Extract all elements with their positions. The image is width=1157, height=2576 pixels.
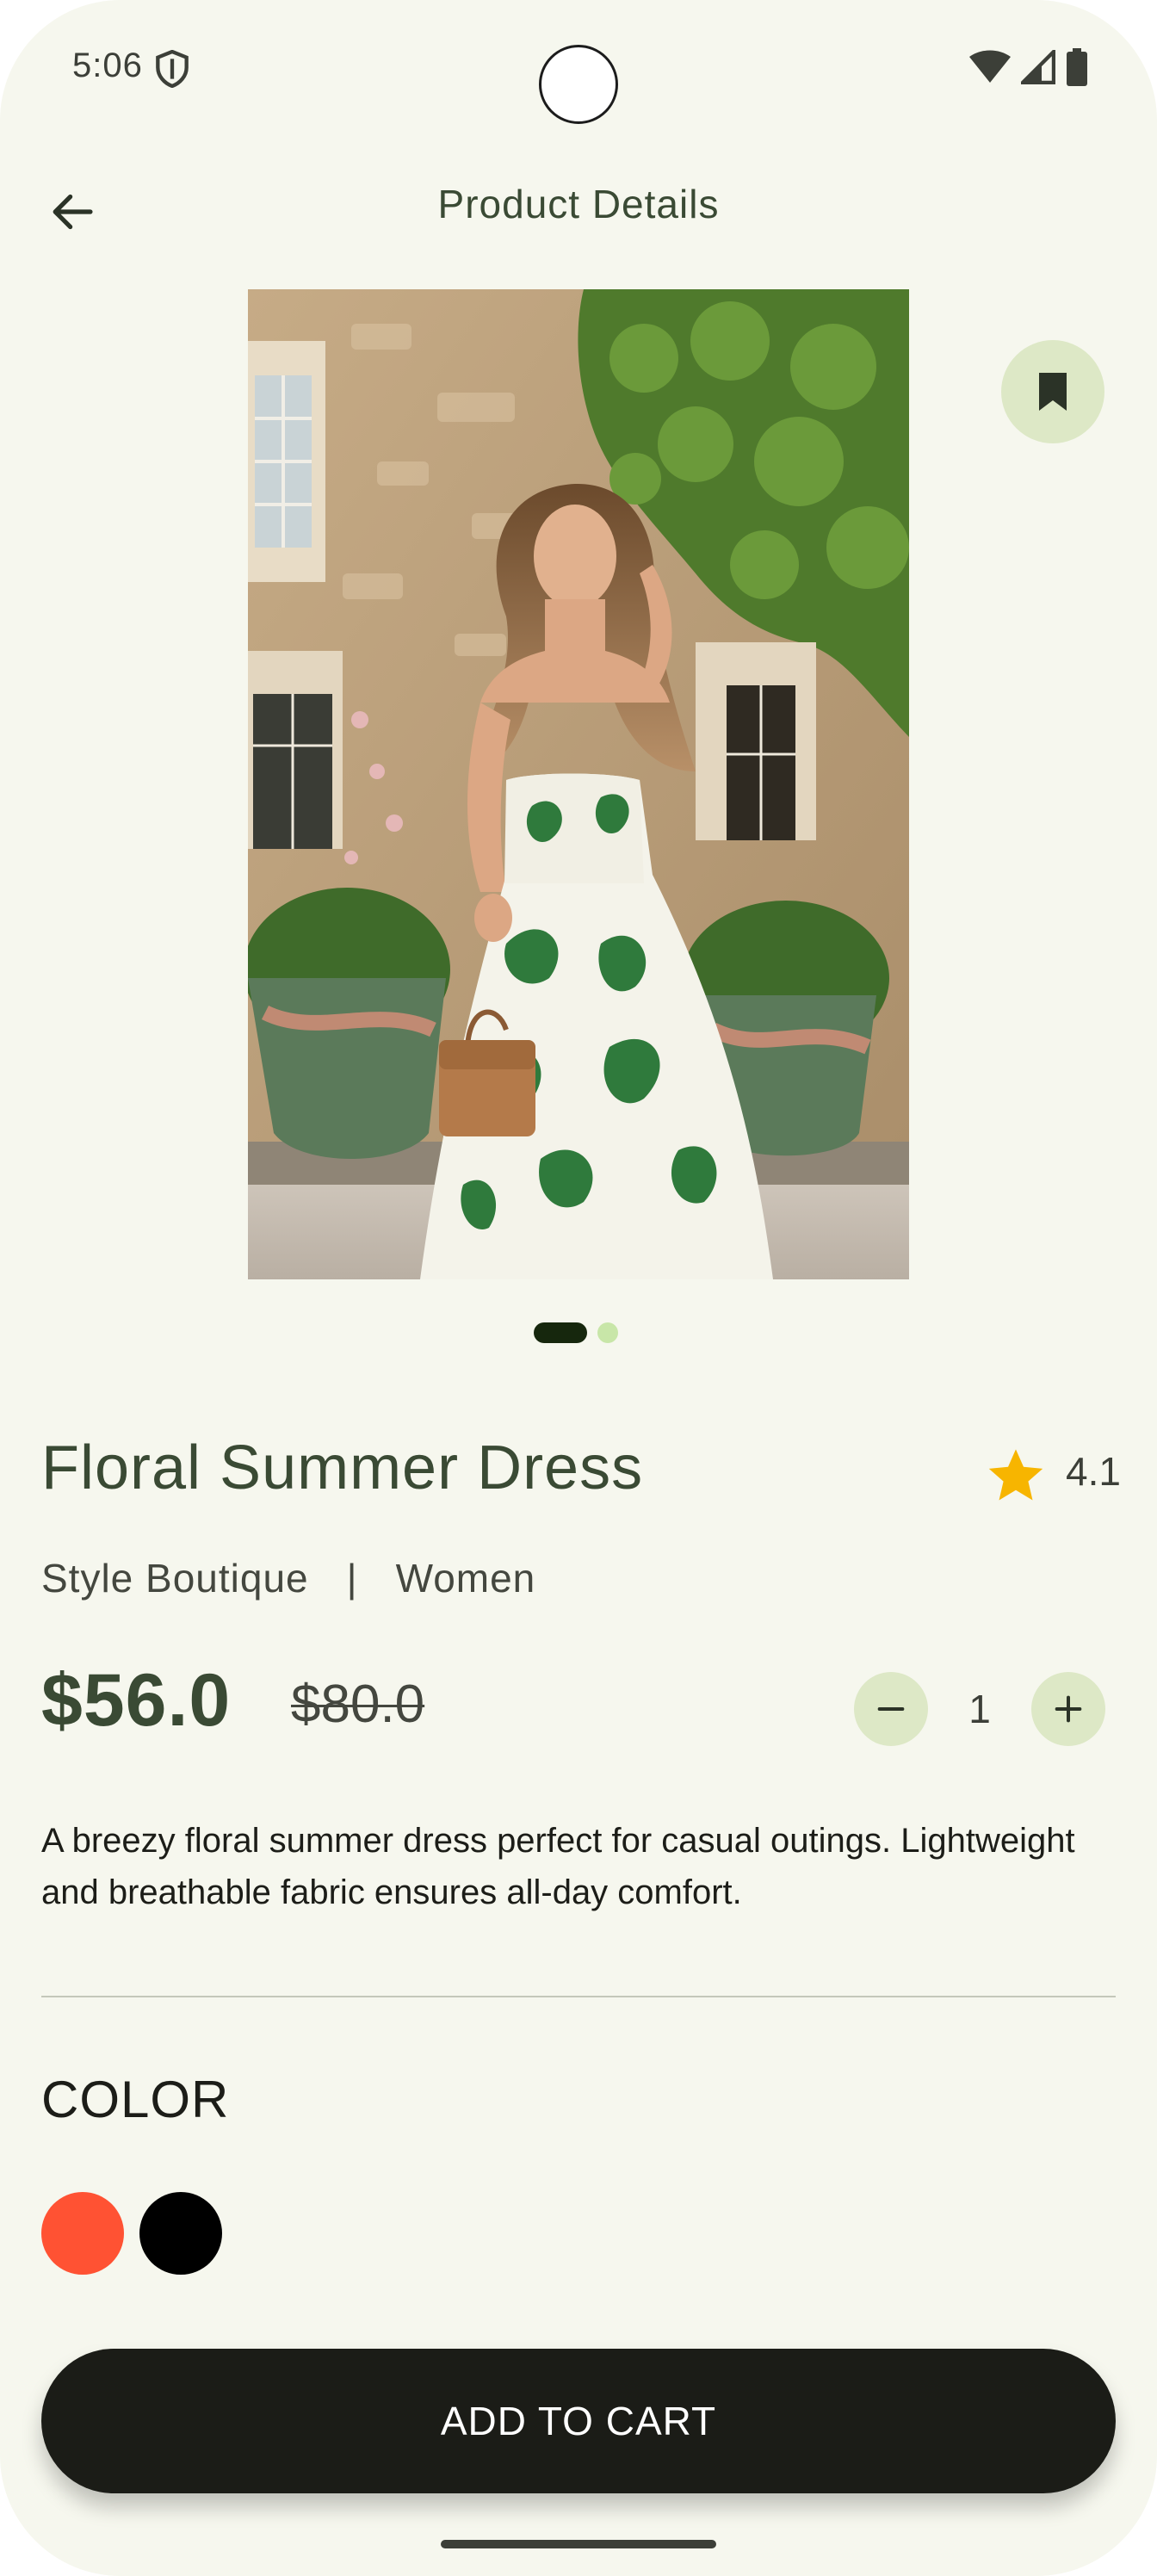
wifi-icon bbox=[969, 50, 1011, 83]
status-icons bbox=[969, 48, 1088, 86]
original-price: $80.0 bbox=[291, 1675, 425, 1734]
divider bbox=[41, 1996, 1116, 1997]
product-description: A breezy floral summer dress perfect for… bbox=[41, 1822, 1075, 1911]
front-camera bbox=[539, 45, 618, 124]
color-swatch-black[interactable] bbox=[139, 2192, 222, 2275]
add-to-cart-button[interactable]: ADD TO CART bbox=[41, 2349, 1116, 2493]
battery-icon bbox=[1067, 48, 1087, 86]
app-screen: 5:06 Product Details Floral Summer Dress… bbox=[0, 0, 1157, 2576]
product-name: Floral Summer Dress bbox=[41, 1434, 644, 1502]
product-meta: Style Boutique | Women bbox=[41, 1555, 535, 1601]
meta-separator: | bbox=[346, 1556, 358, 1601]
decrease-quantity-button[interactable] bbox=[854, 1672, 928, 1746]
page-title: Product Details bbox=[437, 182, 720, 226]
plus-icon bbox=[1055, 1695, 1082, 1723]
brand-label: Style Boutique bbox=[41, 1556, 309, 1601]
quantity-value: 1 bbox=[968, 1687, 991, 1731]
dress-photo bbox=[248, 289, 909, 1279]
color-swatch-orange[interactable] bbox=[41, 2192, 124, 2275]
gallery-dot-active[interactable] bbox=[534, 1322, 587, 1343]
gesture-nav-handle[interactable] bbox=[441, 2540, 716, 2548]
increase-quantity-button[interactable] bbox=[1031, 1672, 1105, 1746]
gallery-indicator bbox=[534, 1322, 618, 1343]
status-time: 5:06 bbox=[72, 46, 143, 84]
color-heading: COLOR bbox=[41, 2071, 230, 2128]
gallery-dot[interactable] bbox=[597, 1322, 618, 1343]
bookmark-button[interactable] bbox=[1001, 340, 1104, 443]
rating-value: 4.1 bbox=[1066, 1449, 1121, 1494]
signal-icon bbox=[1021, 50, 1055, 84]
category-label: Women bbox=[395, 1556, 536, 1601]
bookmark-icon bbox=[1039, 373, 1067, 411]
price: $56.0 bbox=[41, 1659, 232, 1742]
shield-icon bbox=[156, 50, 189, 88]
add-to-cart-label: ADD TO CART bbox=[440, 2399, 717, 2443]
minus-icon bbox=[877, 1707, 905, 1711]
star-icon bbox=[988, 1449, 1043, 1501]
product-image[interactable] bbox=[248, 289, 909, 1279]
